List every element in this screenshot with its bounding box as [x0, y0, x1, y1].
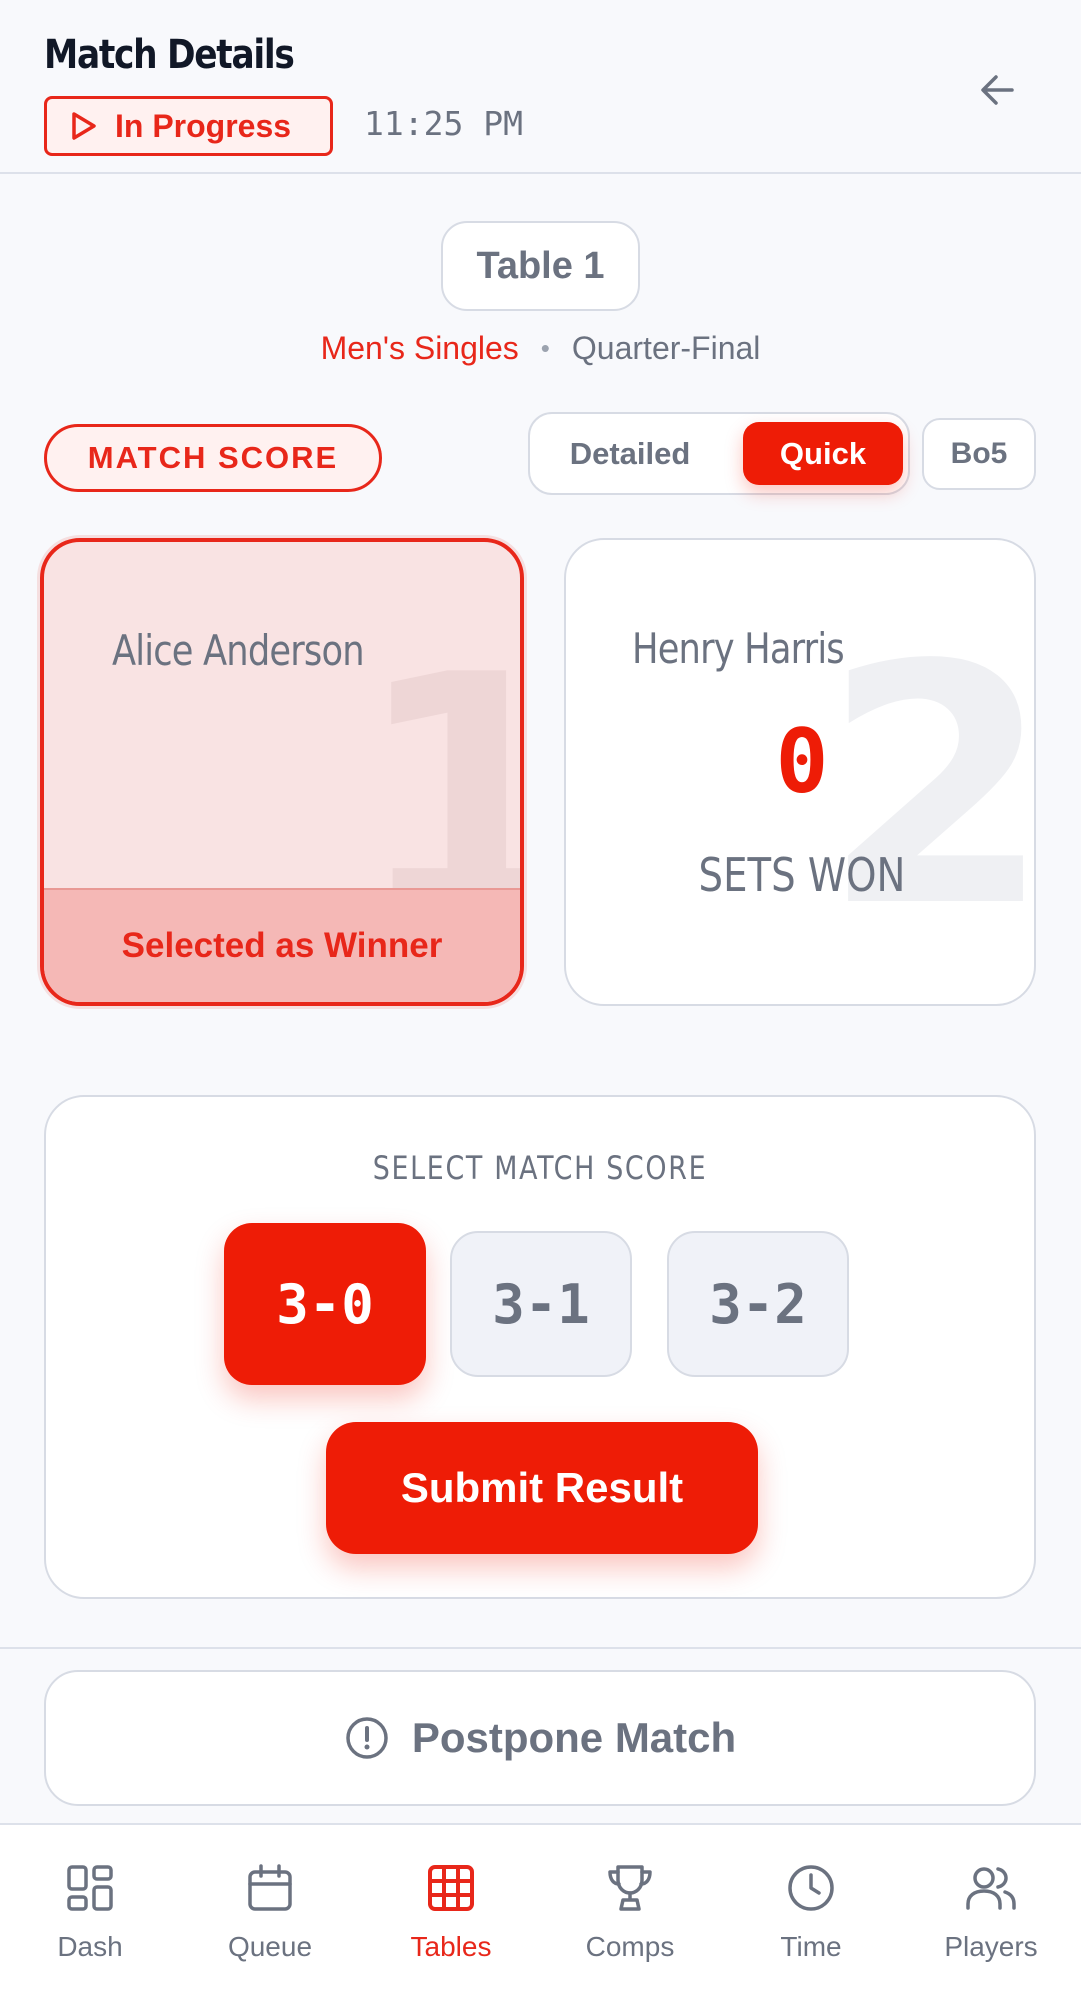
player-card-2[interactable]: 2 Henry Harris 0 SETS WON — [564, 538, 1036, 1006]
header: Match Details In Progress 11:25 PM — [0, 0, 1081, 174]
player-name: Alice Anderson — [112, 626, 365, 675]
status-label: In Progress — [115, 107, 292, 144]
event-name: Men's Singles — [320, 329, 519, 366]
sets-won-value: 0 — [775, 710, 829, 813]
nav-item-time[interactable]: Time — [731, 1859, 891, 1979]
mode-detailed-button[interactable]: Detailed — [540, 422, 720, 485]
score-option-3-1[interactable]: 3-1 — [450, 1231, 632, 1377]
calendar-icon — [248, 1864, 292, 1911]
score-mode-toggle: Detailed Quick — [528, 412, 910, 495]
nav-item-tables[interactable]: Tables — [371, 1859, 531, 1979]
submit-result-button[interactable]: Submit Result — [326, 1422, 758, 1554]
bottom-nav: Dash Queue Tables Comps Time Players — [0, 1823, 1081, 1999]
alert-circle-icon — [346, 1717, 388, 1759]
player-card-1[interactable]: 1 Alice Anderson Selected as Winner — [40, 538, 524, 1006]
match-time: 11:25 PM — [364, 104, 523, 143]
format-badge[interactable]: Bo5 — [922, 418, 1036, 490]
score-option-3-2[interactable]: 3-2 — [667, 1231, 849, 1377]
divider — [0, 1647, 1081, 1649]
nav-label: Time — [780, 1931, 842, 1962]
nav-label: Players — [944, 1931, 1038, 1962]
match-score-label: MATCH SCORE — [44, 424, 382, 492]
nav-label: Dash — [57, 1931, 123, 1962]
users-icon — [966, 1867, 1016, 1910]
sets-won-label: SETS WON — [698, 848, 906, 902]
table-badge: Table 1 — [441, 221, 640, 311]
back-button[interactable] — [968, 60, 1028, 120]
postpone-match-button[interactable]: Postpone Match — [44, 1670, 1036, 1806]
postpone-label: Postpone Match — [411, 1714, 737, 1761]
score-select-panel: SELECT MATCH SCORE 3-0 3-1 3-2 Submit Re… — [44, 1095, 1036, 1599]
winner-indicator: Selected as Winner — [44, 888, 520, 1002]
grid-icon — [428, 1865, 474, 1911]
clock-icon — [788, 1865, 834, 1911]
trophy-icon — [608, 1865, 652, 1911]
round-name: Quarter-Final — [571, 329, 761, 366]
dashboard-icon — [67, 1865, 113, 1911]
separator-dot: • — [540, 332, 550, 363]
nav-item-queue[interactable]: Queue — [190, 1859, 350, 1979]
score-option-3-0[interactable]: 3-0 — [224, 1223, 426, 1385]
player-name: Henry Harris — [632, 624, 845, 673]
mode-quick-button[interactable]: Quick — [743, 422, 903, 485]
arrow-left-icon — [981, 75, 1014, 105]
match-subtitle: Men's Singles • Quarter-Final — [0, 326, 1081, 370]
nav-label: Comps — [585, 1931, 675, 1962]
nav-item-players[interactable]: Players — [911, 1859, 1071, 1979]
score-select-heading: SELECT MATCH SCORE — [372, 1149, 708, 1187]
nav-label: Queue — [227, 1931, 313, 1962]
page-title: Match Details — [44, 32, 295, 78]
status-badge: In Progress — [44, 96, 333, 156]
nav-item-dash[interactable]: Dash — [10, 1859, 170, 1979]
nav-label: Tables — [410, 1931, 492, 1962]
nav-item-comps[interactable]: Comps — [550, 1859, 710, 1979]
play-icon — [72, 112, 96, 140]
